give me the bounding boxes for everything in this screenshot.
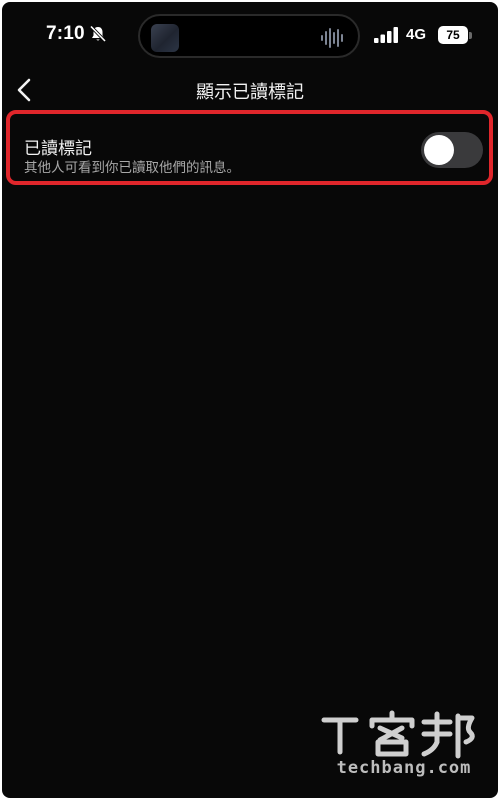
- status-bar: 7:10 4G 75: [2, 2, 498, 62]
- app-screen: 7:10 4G 75 顯示已讀標記 已讀標記 其他人可看到你已讀取他們的訊息。 …: [2, 2, 498, 798]
- signal-bars-icon: [374, 27, 398, 43]
- watermark-url: techbang.com: [336, 758, 472, 778]
- battery-icon: 75: [438, 26, 468, 44]
- network-type-label: 4G: [406, 26, 427, 43]
- album-art-thumbnail: [151, 24, 179, 52]
- page-title: 顯示已讀標記: [196, 82, 304, 103]
- battery-level: 75: [446, 28, 460, 42]
- waveform-icon: [321, 28, 343, 48]
- battery-tip: [469, 32, 472, 39]
- bell-muted-icon: [89, 25, 107, 43]
- read-receipts-toggle[interactable]: [421, 132, 483, 168]
- setting-description: 其他人可看到你已讀取他們的訊息。: [24, 160, 240, 176]
- toggle-knob: [424, 135, 454, 165]
- dynamic-island[interactable]: [138, 14, 360, 58]
- read-receipts-setting-row[interactable]: 已讀標記 其他人可看到你已讀取他們的訊息。: [6, 110, 493, 185]
- status-time: 7:10: [46, 23, 85, 44]
